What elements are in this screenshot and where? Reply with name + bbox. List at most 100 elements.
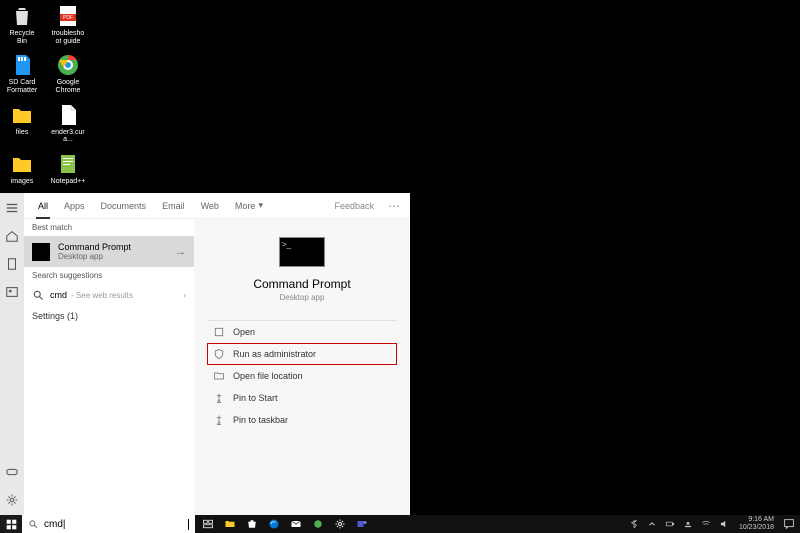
gear-icon[interactable] <box>5 493 19 507</box>
action-pin-to-start[interactable]: Pin to Start <box>207 387 397 409</box>
desktop-icon-cura-file[interactable]: ender3.cura... <box>50 103 86 144</box>
pdf-icon: PDF <box>56 4 80 28</box>
action-label: Pin to taskbar <box>233 415 288 425</box>
action-label: Open file location <box>233 371 303 381</box>
taskbar-edge[interactable] <box>265 515 283 533</box>
search-input[interactable]: cmd <box>44 519 182 530</box>
search-suggestion[interactable]: cmd - See web results › <box>24 284 194 306</box>
search-tabs: All Apps Documents Email Web More▾ Feedb… <box>24 193 410 219</box>
tab-documents[interactable]: Documents <box>93 193 155 218</box>
pin-icon <box>213 414 225 426</box>
desktop-icons: Recycle Bin PDF troubleshoot guide SD Ca… <box>4 4 86 186</box>
more-options-icon[interactable]: ⋯ <box>384 199 404 213</box>
tray-wifi-icon[interactable] <box>699 517 713 531</box>
action-label: Pin to Start <box>233 393 278 403</box>
image-icon[interactable] <box>5 285 19 299</box>
chevron-right-icon: › <box>183 290 186 300</box>
taskbar: 9:16 AM 10/23/2018 <box>195 515 800 533</box>
desktop-icon-files[interactable]: files <box>4 103 40 144</box>
taskbar-file-explorer[interactable] <box>221 515 239 533</box>
shield-icon <box>213 348 225 360</box>
search-field[interactable]: cmd <box>22 519 195 530</box>
start-button[interactable] <box>0 515 22 533</box>
detail-title: Command Prompt <box>253 277 350 291</box>
desktop-icon-label: Notepad++ <box>51 178 86 186</box>
suggestion-text: cmd <box>50 290 67 300</box>
folder-icon <box>213 370 225 382</box>
arrow-right-icon: → <box>175 246 186 258</box>
tray-bluetooth-icon[interactable] <box>627 517 641 531</box>
clock-time: 9:16 AM <box>739 516 774 524</box>
suggestion-hint: - See web results <box>71 291 133 300</box>
search-results-column: Best match Command Prompt Desktop app → … <box>24 219 194 515</box>
document-icon[interactable] <box>5 257 19 271</box>
desktop-icon-label: images <box>11 178 34 186</box>
taskbar-task-view[interactable] <box>199 515 217 533</box>
action-label: Open <box>233 327 255 337</box>
chrome-icon <box>56 53 80 77</box>
suggestions-label: Search suggestions <box>24 267 194 284</box>
tab-web[interactable]: Web <box>193 193 227 218</box>
text-cursor <box>188 519 189 530</box>
desktop-icon-recycle-bin[interactable]: Recycle Bin <box>4 4 40 45</box>
search-icon <box>28 519 38 529</box>
settings-result[interactable]: Settings (1) <box>24 306 194 326</box>
tab-email[interactable]: Email <box>154 193 193 218</box>
taskbar-store[interactable] <box>243 515 261 533</box>
hamburger-icon[interactable] <box>5 201 19 215</box>
start-search-panel: All Apps Documents Email Web More▾ Feedb… <box>0 193 410 515</box>
action-open[interactable]: Open <box>207 321 397 343</box>
tray-volume-icon[interactable] <box>717 517 731 531</box>
tab-apps[interactable]: Apps <box>56 193 93 218</box>
tray-network-icon[interactable] <box>681 517 695 531</box>
taskbar-mail[interactable] <box>287 515 305 533</box>
desktop-icon-pdf[interactable]: PDF troubleshoot guide <box>50 4 86 45</box>
game-icon[interactable] <box>5 465 19 479</box>
desktop-icon-label: Recycle Bin <box>4 30 40 45</box>
detail-actions: Open Run as administrator Open file loca… <box>207 320 397 431</box>
detail-subtitle: Desktop app <box>280 293 325 302</box>
taskbar-settings[interactable] <box>331 515 349 533</box>
taskbar-search: cmd <box>0 515 195 533</box>
feedback-link[interactable]: Feedback <box>334 201 374 211</box>
notepad-icon <box>56 152 80 176</box>
search-left-rail <box>0 193 24 515</box>
best-match-result[interactable]: Command Prompt Desktop app → <box>24 236 194 267</box>
chevron-down-icon: ▾ <box>258 200 263 211</box>
best-match-subtitle: Desktop app <box>58 252 131 261</box>
tab-more[interactable]: More▾ <box>227 193 271 218</box>
desktop-icon-label: troubleshoot guide <box>50 30 86 45</box>
search-detail-column: >_ Command Prompt Desktop app Open Run a… <box>194 219 410 515</box>
clock-date: 10/23/2018 <box>739 524 774 532</box>
action-label: Run as administrator <box>233 349 316 359</box>
recycle-bin-icon <box>10 4 34 28</box>
tab-more-label: More <box>235 201 256 211</box>
action-pin-to-taskbar[interactable]: Pin to taskbar <box>207 409 397 431</box>
desktop-icon-chrome[interactable]: Google Chrome <box>50 53 86 94</box>
taskbar-teams[interactable] <box>353 515 371 533</box>
desktop-icon-label: files <box>16 129 28 137</box>
tab-all[interactable]: All <box>30 193 56 218</box>
sd-card-icon <box>10 53 34 77</box>
pin-icon <box>213 392 225 404</box>
taskbar-clock[interactable]: 9:16 AM 10/23/2018 <box>735 516 778 531</box>
tray-battery-icon[interactable] <box>663 517 677 531</box>
tray-chevron-up-icon[interactable] <box>645 517 659 531</box>
best-match-label: Best match <box>24 219 194 236</box>
desktop-icon-label: ender3.cura... <box>50 129 86 144</box>
svg-text:PDF: PDF <box>63 15 73 21</box>
file-icon <box>56 103 80 127</box>
cmd-icon <box>32 243 50 261</box>
action-open-file-location[interactable]: Open file location <box>207 365 397 387</box>
desktop-icon-label: Google Chrome <box>50 79 86 94</box>
desktop-icon-notepadpp[interactable]: Notepad++ <box>50 152 86 186</box>
action-run-as-administrator[interactable]: Run as administrator <box>207 343 397 365</box>
open-icon <box>213 326 225 338</box>
action-center-icon[interactable] <box>782 517 796 531</box>
taskbar-app-green[interactable] <box>309 515 327 533</box>
search-icon <box>32 289 44 301</box>
best-match-title: Command Prompt <box>58 242 131 252</box>
desktop-icon-sd-formatter[interactable]: SD Card Formatter <box>4 53 40 94</box>
desktop-icon-images[interactable]: images <box>4 152 40 186</box>
home-icon[interactable] <box>5 229 19 243</box>
